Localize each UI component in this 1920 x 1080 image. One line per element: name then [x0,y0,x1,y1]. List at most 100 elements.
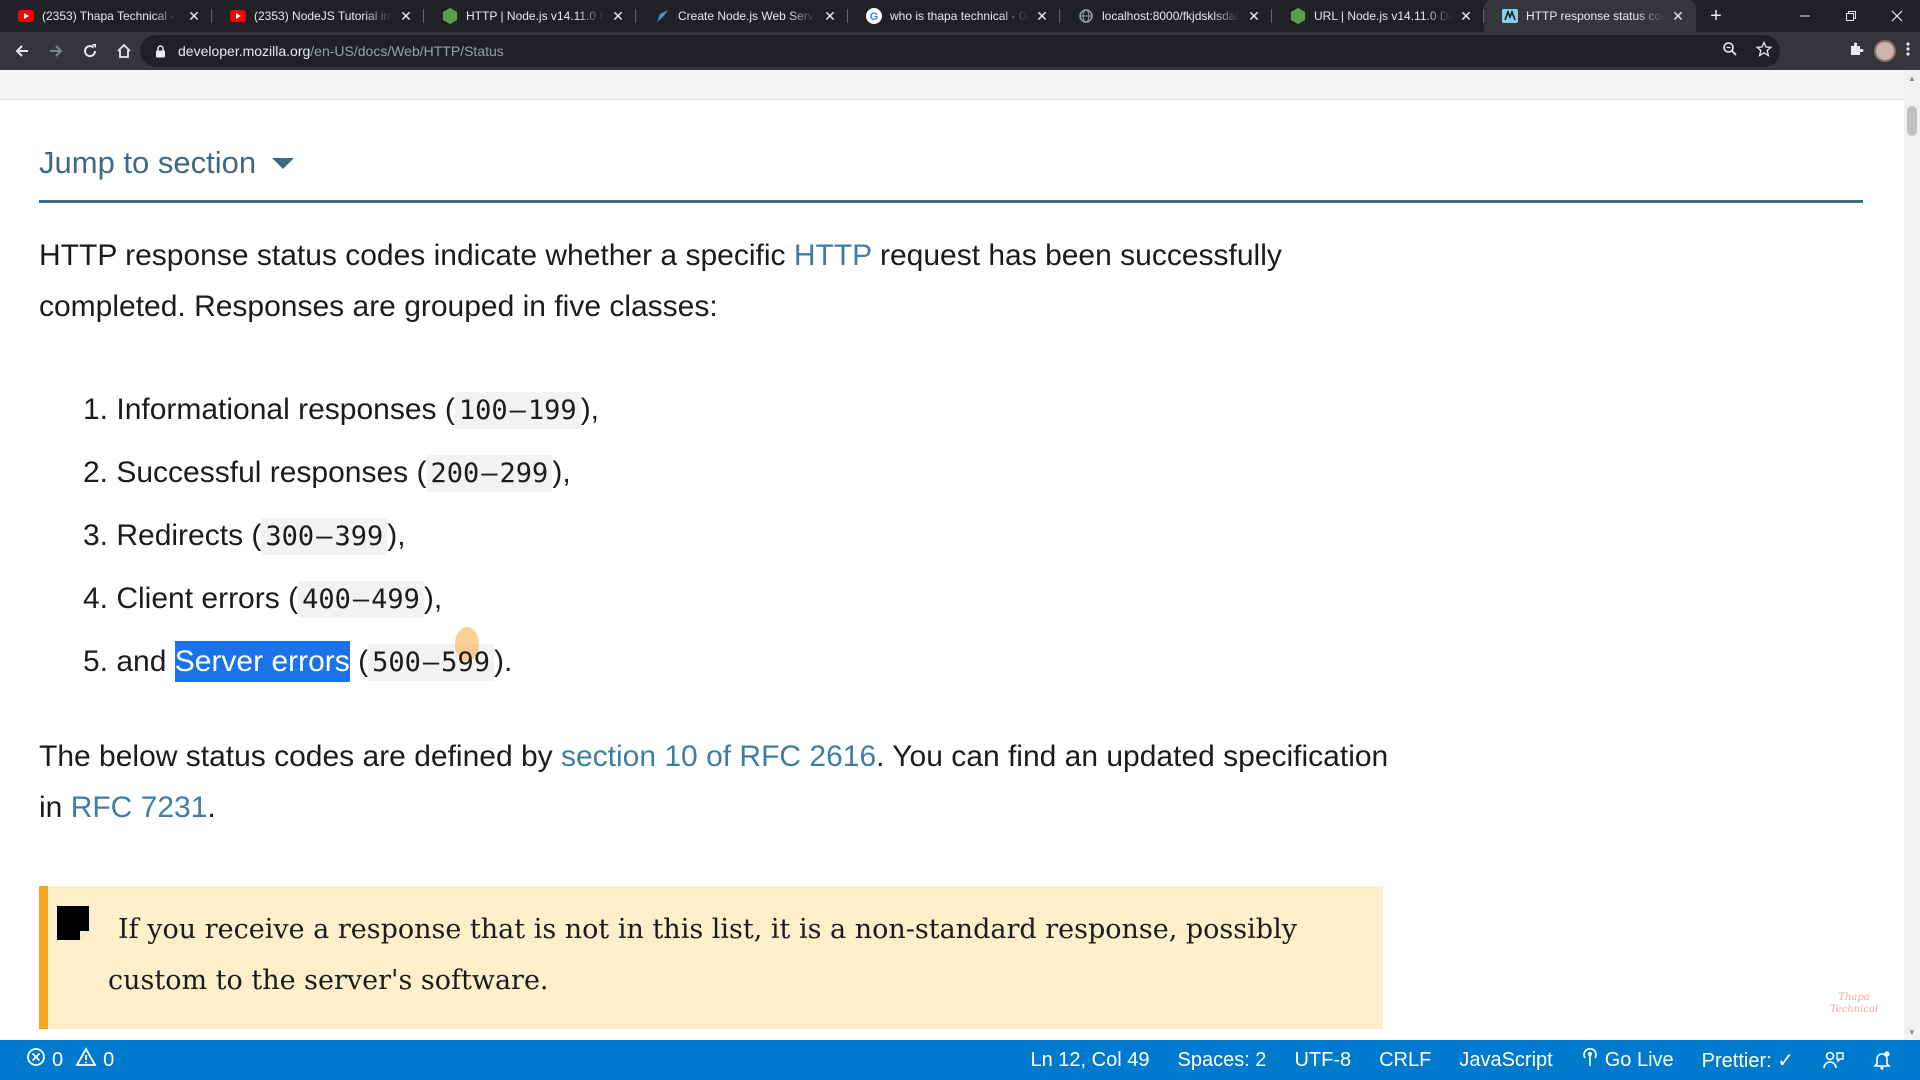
class-suffix: ). [493,645,513,678]
close-icon[interactable]: ✕ [1458,8,1474,24]
indentation[interactable]: Spaces: 2 [1177,1049,1266,1072]
rfc-7231-link[interactable]: RFC 7231 [71,791,208,824]
bookmark-star-icon[interactable] [1755,40,1773,62]
browser-toolbar: developer.mozilla.org/en-US/docs/Web/HTT… [0,32,1920,70]
jump-to-section-dropdown[interactable]: Jump to section [39,145,295,181]
svg-text:G: G [870,11,879,23]
rfc-text-end: . [207,791,216,824]
list-item: 1. Informational responses (100–199), [83,378,1399,441]
cursor-position[interactable]: Ln 12, Col 49 [1031,1049,1150,1072]
note-icon [57,906,89,942]
article-content: HTTP response status codes indicate whet… [39,230,1399,833]
list-item: 5. and Server errors (500–599). [83,627,1399,693]
list-item: 4. Client errors (400–499), [83,567,1399,630]
intro-text: HTTP response status codes indicate whet… [39,239,794,272]
class-label-rest: ( [349,645,369,678]
address-bar[interactable]: developer.mozilla.org/en-US/docs/Web/HTT… [140,35,1780,67]
profile-avatar[interactable] [1874,40,1896,62]
omnibox-actions [1722,35,1773,67]
nodejs-icon [1290,8,1306,24]
tab-localhost[interactable]: localhost:8000/fkjdsklsdalkf ✕ [1060,0,1272,32]
zoom-icon[interactable] [1722,41,1738,62]
status-items: Ln 12, Col 49 Spaces: 2 UTF-8 CRLF JavaS… [1031,1040,1893,1080]
intro-paragraph: HTTP response status codes indicate whet… [39,230,1399,332]
close-icon[interactable]: ✕ [610,8,626,24]
tab-http-node-docs[interactable]: HTTP | Node.js v14.11.0 Documentation ✕ [424,0,636,32]
warning-icon [75,1047,97,1073]
range-dash: – [422,647,440,678]
close-icon[interactable]: ✕ [398,8,414,24]
encoding[interactable]: UTF-8 [1294,1049,1351,1072]
range-start: 500 [372,647,421,678]
scroll-thumb[interactable] [1907,106,1917,136]
range-dash: – [316,521,333,552]
selected-text[interactable]: Server errors [174,641,350,682]
youtube-icon [230,8,246,24]
url-text: developer.mozilla.org/en-US/docs/Web/HTT… [178,43,504,59]
range-start: 300 [265,521,315,552]
range-start: 400 [302,584,351,615]
more-menu-icon[interactable] [1906,41,1910,62]
tab-create-web-server[interactable]: Create Node.js Web Server ✕ [636,0,848,32]
close-window-icon[interactable] [1874,0,1920,32]
class-label: 2. Successful responses ( [83,456,427,489]
tab-url-node-docs[interactable]: URL | Node.js v14.11.0 Documentation ✕ [1272,0,1484,32]
google-icon: G [866,8,882,24]
notification-bell-icon[interactable] [1872,1050,1892,1070]
close-icon[interactable]: ✕ [1670,8,1686,24]
rfc-2616-link[interactable]: section 10 of RFC 2616 [561,740,876,773]
prettier-status[interactable]: Prettier: ✓ [1702,1048,1794,1073]
back-arrow-icon[interactable] [6,35,38,67]
go-live-button[interactable]: Go Live [1581,1047,1674,1073]
error-icon [26,1047,46,1073]
list-item: 2. Successful responses (200–299), [83,441,1399,504]
scroll-up-arrow-icon[interactable]: ▲ [1904,70,1920,86]
code-range: 200–299 [426,455,553,492]
youtube-icon [18,8,34,24]
line-ending[interactable]: CRLF [1379,1049,1431,1072]
code-range: 400–499 [298,581,424,618]
warning-count: 0 [103,1048,115,1071]
tab-http-status-codes[interactable]: HTTP response status codes ✕ [1484,0,1696,32]
restore-icon[interactable] [1828,0,1874,32]
language-mode[interactable]: JavaScript [1459,1049,1552,1072]
tab-list: (2353) Thapa Technical - YouTube ✕ (2353… [0,0,1732,32]
globe-icon [1078,8,1094,24]
close-icon[interactable]: ✕ [1034,8,1050,24]
toolbar-actions [1848,35,1910,67]
range-end-first: 5 [441,647,458,678]
reload-icon[interactable] [74,35,106,67]
note-line-2: custom to the server's software. [108,965,549,996]
http-link[interactable]: HTTP [794,239,872,272]
close-icon[interactable]: ✕ [186,8,202,24]
tab-title: (2353) NodeJS Tutorial in Hindi [254,9,392,23]
tab-google-search[interactable]: G who is thapa technical - Google Search… [848,0,1060,32]
feedback-icon[interactable] [1822,1050,1844,1070]
lock-icon[interactable] [152,43,168,59]
tab-nodejs-tutorial[interactable]: (2353) NodeJS Tutorial in Hindi ✕ [212,0,424,32]
close-icon[interactable]: ✕ [1246,8,1262,24]
code-range: 300–399 [261,518,388,555]
page-scrollbar[interactable]: ▲ ▼ [1904,70,1920,1040]
extensions-puzzle-icon[interactable] [1848,41,1864,62]
forward-arrow-icon[interactable] [40,35,72,67]
problems-indicator[interactable]: 0 0 [26,1040,114,1080]
class-suffix: ), [423,582,443,615]
range-start: 200 [430,458,480,489]
page-viewport: Jump to section HTTP response status cod… [0,70,1904,1040]
tab-title: HTTP | Node.js v14.11.0 Documentation [466,9,604,23]
code-range: 500–599 [368,627,494,681]
range-dash: – [481,458,498,489]
rfc-text: The below status codes are defined by [39,740,561,773]
home-icon[interactable] [108,35,140,67]
nodejs-icon [442,8,458,24]
minimize-icon[interactable] [1782,0,1828,32]
note-text: If you receive a response that is not in… [108,904,1368,1006]
class-suffix: ), [387,519,406,552]
close-icon[interactable]: ✕ [822,8,838,24]
scroll-down-arrow-icon[interactable]: ▼ [1904,1024,1920,1040]
url-host: developer.mozilla.org [178,43,311,59]
tab-thapa-youtube[interactable]: (2353) Thapa Technical - YouTube ✕ [0,0,212,32]
new-tab-button[interactable]: + [1700,0,1732,32]
page-header-band [0,70,1904,100]
